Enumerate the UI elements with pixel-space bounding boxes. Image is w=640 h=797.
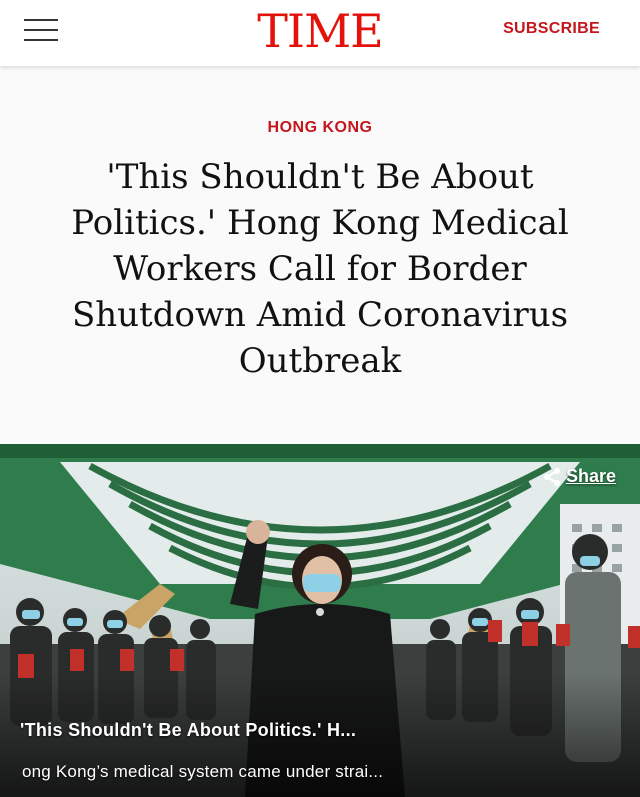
share-label: Share bbox=[565, 466, 616, 486]
subscribe-link[interactable]: SUBSCRIBE bbox=[503, 20, 600, 38]
media-caption-title[interactable]: 'This Shouldn't Be About Politics.' H... bbox=[20, 720, 620, 741]
hero-photo bbox=[0, 444, 640, 797]
article-headline: 'This Shouldn't Be About Politics.' Hong… bbox=[71, 157, 569, 381]
site-header: TIME SUBSCRIBE bbox=[0, 0, 640, 66]
hero-media[interactable]: Share 'This Shouldn't Be About Politics.… bbox=[0, 444, 640, 797]
media-caption-text[interactable]: ong Kong’s medical system came under str… bbox=[22, 762, 622, 782]
share-icon bbox=[543, 467, 560, 486]
share-button[interactable]: Share bbox=[542, 466, 616, 487]
article-header: HONG KONG 'This Shouldn't Be About Polit… bbox=[0, 66, 640, 444]
article-category[interactable]: HONG KONG bbox=[0, 119, 640, 137]
